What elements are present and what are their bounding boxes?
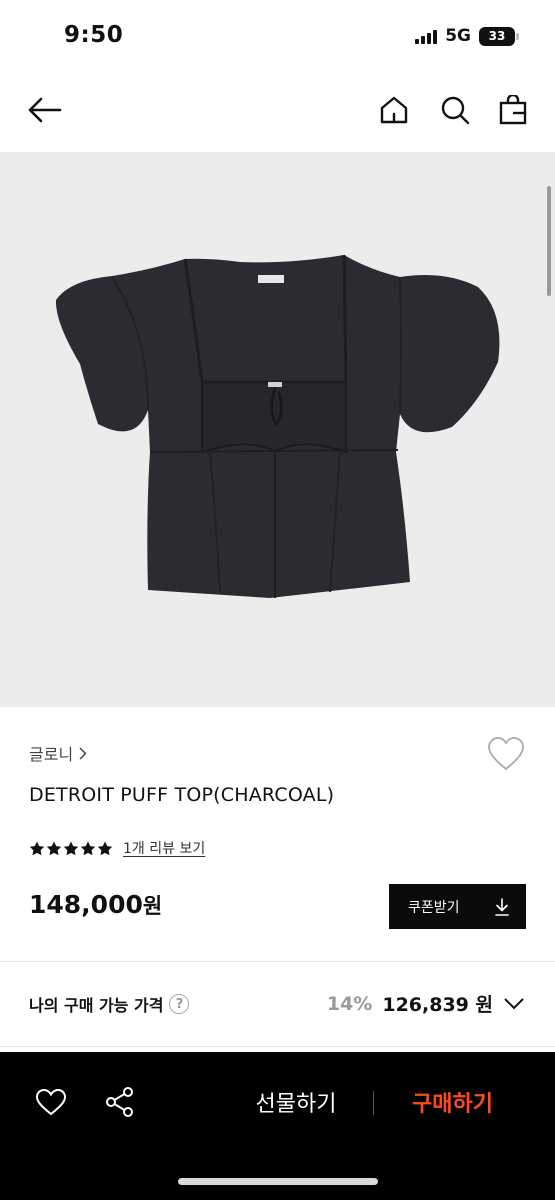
heart-icon <box>35 1088 67 1116</box>
rating-stars <box>29 841 113 856</box>
discounted-amount: 126,839 <box>382 994 469 1016</box>
brand-name: 글로니 <box>29 745 74 764</box>
navigation-bar <box>0 78 555 142</box>
share-button[interactable] <box>102 1084 138 1120</box>
signal-icon <box>415 28 438 44</box>
gift-button[interactable]: 선물하기 <box>236 1082 356 1122</box>
product-image[interactable] <box>0 152 555 707</box>
coupon-label: 쿠폰받기 <box>408 899 460 916</box>
discounted-price: 126,839 원 <box>382 990 493 1017</box>
help-icon[interactable]: ? <box>169 994 190 1014</box>
my-price-row[interactable]: 나의 구매 가능 가격 ? 14% 126,839 원 <box>0 962 555 1047</box>
chevron-down-icon[interactable] <box>503 997 525 1011</box>
my-price-summary: 14% 126,839 원 <box>327 990 525 1017</box>
battery-icon: 33 <box>479 26 519 46</box>
discount-rate: 14% <box>326 992 373 1015</box>
discounted-currency: 원 <box>475 994 493 1016</box>
price-value: 148,000 <box>29 890 143 919</box>
section-divider <box>0 1046 555 1047</box>
my-price-label: 나의 구매 가능 가격 ? <box>29 992 190 1016</box>
coupon-button[interactable]: 쿠폰받기 <box>389 884 526 929</box>
home-indicator <box>178 1178 378 1185</box>
product-price: 148,000원 <box>29 890 162 920</box>
status-time: 9:50 <box>64 22 124 48</box>
status-indicators: 5G 33 <box>415 26 519 46</box>
home-icon <box>380 96 408 124</box>
download-icon <box>495 897 509 916</box>
scrollbar-thumb[interactable] <box>547 186 551 296</box>
shopping-bag-icon <box>499 95 527 125</box>
star-icon <box>63 841 79 855</box>
network-type: 5G <box>445 26 471 46</box>
back-button[interactable] <box>24 90 64 130</box>
my-price-label-text: 나의 구매 가능 가격 <box>29 996 164 1015</box>
star-icon <box>97 841 113 855</box>
star-icon <box>46 841 62 855</box>
review-link[interactable]: 1개 리뷰 보기 <box>123 838 205 858</box>
share-icon <box>106 1087 133 1117</box>
buy-button[interactable]: 구매하기 <box>395 1082 510 1122</box>
chevron-right-icon <box>79 746 87 760</box>
product-name: DETROIT PUFF TOP(CHARCOAL) <box>29 784 335 806</box>
home-button[interactable] <box>374 90 414 130</box>
button-separator <box>373 1091 374 1115</box>
star-icon <box>80 841 96 855</box>
arrow-left-icon <box>28 97 62 123</box>
garment-image <box>55 254 500 598</box>
brand-link[interactable]: 글로니 <box>29 741 87 765</box>
rating-row: 1개 리뷰 보기 <box>29 838 205 858</box>
status-bar: 9:50 5G 33 <box>0 0 555 72</box>
search-button[interactable] <box>435 90 475 130</box>
wishlist-button[interactable] <box>33 1084 69 1120</box>
like-button[interactable] <box>486 736 526 772</box>
heart-outline-icon <box>488 737 524 771</box>
search-icon <box>441 96 470 125</box>
price-currency: 원 <box>142 894 163 918</box>
battery-level: 33 <box>488 29 506 43</box>
star-icon <box>29 841 45 855</box>
cart-button[interactable] <box>493 90 533 130</box>
